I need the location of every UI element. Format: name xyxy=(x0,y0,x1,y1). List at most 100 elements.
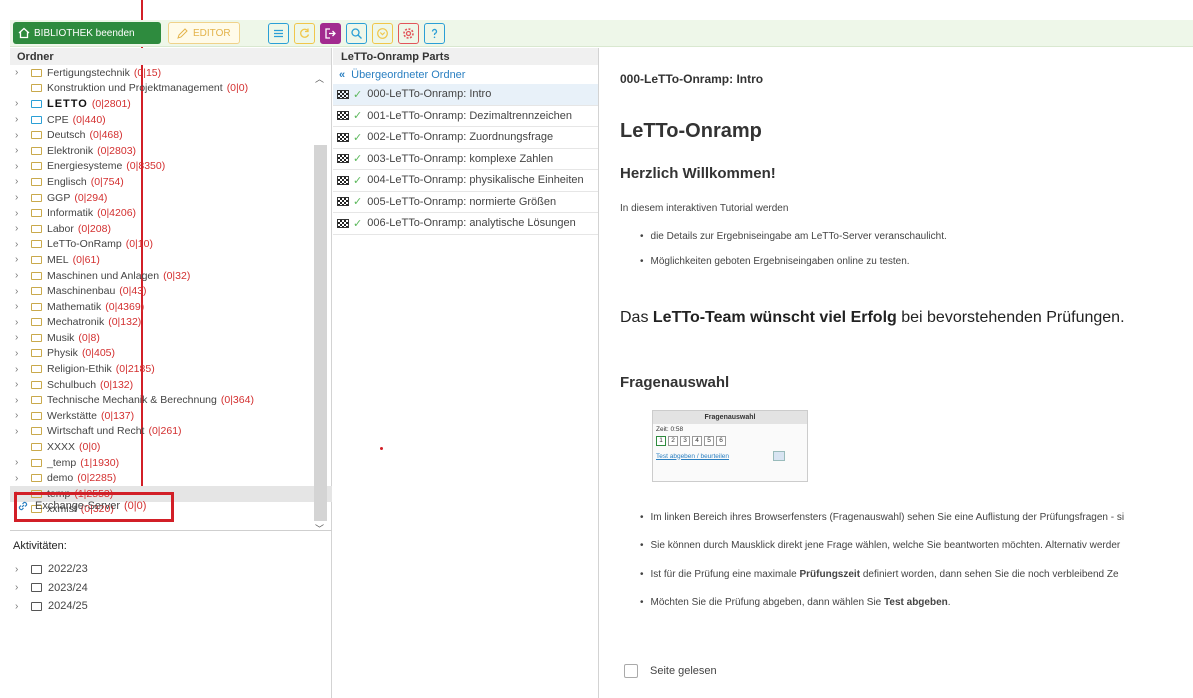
folder-item[interactable]: › Maschinenbau (0|43) xyxy=(10,283,332,299)
chevron-right-icon[interactable]: › xyxy=(15,223,25,234)
logout-button[interactable] xyxy=(320,22,341,44)
chevron-right-icon[interactable]: › xyxy=(15,254,25,265)
bullet-item: Möchten Sie die Prüfung abgeben, dann wä… xyxy=(640,597,951,608)
part-item[interactable]: ✓ 000-LeTTo-Onramp: Intro xyxy=(333,84,598,106)
folder-item[interactable]: › Werkstätte (0|137) xyxy=(10,408,332,424)
search-button[interactable] xyxy=(346,22,367,44)
folder-item[interactable]: › LETTO (0|2801) xyxy=(10,96,332,112)
toolbar: BIBLIOTHEK beenden EDITOR xyxy=(10,20,1193,47)
chevron-right-icon[interactable]: › xyxy=(15,98,25,109)
chevron-right-icon[interactable]: › xyxy=(15,473,25,484)
refresh-button[interactable] xyxy=(294,22,315,44)
chevron-right-icon[interactable]: › xyxy=(15,161,25,172)
activity-item[interactable]: › 2022/23 xyxy=(15,560,88,579)
chevron-right-icon[interactable]: › xyxy=(15,379,25,390)
folder-item[interactable]: › Englisch (0|754) xyxy=(10,174,332,190)
folder-label: Werkstätte xyxy=(47,409,97,422)
chevron-right-icon[interactable]: › xyxy=(15,192,25,203)
parent-folder-link[interactable]: « Übergeordneter Ordner xyxy=(333,65,598,84)
folder-item[interactable]: › MEL (0|61) xyxy=(10,252,332,268)
folder-icon xyxy=(31,131,42,140)
chevron-right-icon[interactable]: › xyxy=(15,317,25,328)
help-button[interactable] xyxy=(424,22,445,44)
folder-scrollbar[interactable]: ︿ ﹀ xyxy=(312,72,327,572)
chevron-right-icon[interactable]: › xyxy=(15,457,25,468)
chevron-right-icon[interactable]: › xyxy=(15,176,25,187)
folder-item[interactable]: › Maschinen und Anlagen (0|32) xyxy=(10,268,332,284)
chevron-right-icon[interactable]: › xyxy=(15,270,25,281)
folder-count: (0|2803) xyxy=(97,144,137,157)
exit-library-button[interactable]: BIBLIOTHEK beenden xyxy=(13,22,161,44)
folder-item[interactable]: XXXX (0|0) xyxy=(10,439,332,455)
chevron-right-icon[interactable]: › xyxy=(15,145,25,156)
folder-item[interactable]: › CPE (0|440) xyxy=(10,112,332,128)
folder-item[interactable]: › GGP (0|294) xyxy=(10,190,332,206)
part-item[interactable]: ✓ 004-LeTTo-Onramp: physikalische Einheit… xyxy=(333,170,598,192)
chevron-right-icon[interactable]: › xyxy=(15,208,25,219)
folder-item[interactable]: › Elektronik (0|2803) xyxy=(10,143,332,159)
page-read-checkbox[interactable] xyxy=(624,664,638,678)
chevron-right-icon[interactable]: › xyxy=(15,601,25,612)
folder-item[interactable]: › Informatik (0|4206) xyxy=(10,205,332,221)
chevron-right-icon[interactable]: › xyxy=(15,582,25,593)
folder-label: Physik xyxy=(47,347,78,360)
part-item[interactable]: ✓ 003-LeTTo-Onramp: komplexe Zahlen xyxy=(333,149,598,170)
folder-item[interactable]: › Fertigungstechnik (0|15) xyxy=(10,65,332,81)
chevron-right-icon[interactable]: › xyxy=(15,426,25,437)
chevron-right-icon[interactable]: › xyxy=(15,239,25,250)
chevron-right-icon[interactable]: › xyxy=(15,130,25,141)
folder-icon xyxy=(31,271,42,280)
folder-item[interactable]: › Labor (0|208) xyxy=(10,221,332,237)
part-item[interactable]: ✓ 002-LeTTo-Onramp: Zuordnungsfrage xyxy=(333,127,598,149)
chevron-right-icon[interactable]: › xyxy=(15,332,25,343)
chevron-right-icon[interactable]: › xyxy=(15,348,25,359)
folder-item[interactable]: › Wirtschaft und Recht (0|261) xyxy=(10,424,332,440)
scroll-thumb[interactable] xyxy=(314,145,327,521)
exchange-server-count: (0|0) xyxy=(124,500,147,512)
chevron-right-icon[interactable]: › xyxy=(15,364,25,375)
preview-number: 1 xyxy=(656,436,666,446)
folder-item[interactable]: › Deutsch (0|468) xyxy=(10,127,332,143)
folder-item[interactable]: › _temp (1|1930) xyxy=(10,455,332,471)
folder-item[interactable]: › Mathematik (0|4369) xyxy=(10,299,332,315)
activity-item[interactable]: › 2024/25 xyxy=(15,597,88,616)
folder-item[interactable]: › Musik (0|8) xyxy=(10,330,332,346)
chevron-right-icon[interactable]: › xyxy=(15,67,25,78)
settings-button[interactable] xyxy=(398,22,419,44)
folder-count: (0|61) xyxy=(72,253,100,266)
part-item[interactable]: ✓ 001-LeTTo-Onramp: Dezimaltrennzeichen xyxy=(333,106,598,127)
folder-item[interactable]: › demo (0|2285) xyxy=(10,470,332,486)
folder-count: (0|208) xyxy=(77,222,111,235)
activity-label: 2022/23 xyxy=(48,563,88,576)
folder-label: demo xyxy=(47,472,74,485)
chevron-right-icon[interactable]: › xyxy=(15,114,25,125)
folder-item[interactable]: › Energiesysteme (0|8350) xyxy=(10,159,332,175)
exchange-server-item[interactable]: Exchange-Server (0|0) xyxy=(17,500,146,512)
folder-item[interactable]: › Physik (0|405) xyxy=(10,346,332,362)
chevron-right-icon[interactable]: › xyxy=(15,410,25,421)
folder-item[interactable]: › LeTTo-OnRamp (0|10) xyxy=(10,237,332,253)
list-button[interactable] xyxy=(268,22,289,44)
folder-label: _temp xyxy=(47,456,77,469)
chevron-right-icon[interactable]: › xyxy=(15,286,25,297)
folder-item[interactable]: › Technische Mechanik & Berechnung (0|364) xyxy=(10,392,332,408)
activities-list: › 2022/23 › 2023/24 › 2024/25 xyxy=(15,560,88,616)
bullet-bold: Test abgeben xyxy=(884,597,948,608)
part-item[interactable]: ✓ 006-LeTTo-Onramp: analytische Lösungen xyxy=(333,213,598,235)
folder-item[interactable]: Konstruktion und Projektmanagement (0|0) xyxy=(10,81,332,97)
part-item[interactable]: ✓ 005-LeTTo-Onramp: normierte Größen xyxy=(333,192,598,213)
page-read-row[interactable]: Seite gelesen xyxy=(624,664,717,678)
preview-numbers: 123456 xyxy=(653,435,807,447)
editor-button[interactable]: EDITOR xyxy=(168,22,240,44)
folder-item[interactable]: › Schulbuch (0|132) xyxy=(10,377,332,393)
folder-item[interactable]: › Religion-Ethik (0|2185) xyxy=(10,361,332,377)
folder-item[interactable]: › Mechatronik (0|132) xyxy=(10,315,332,331)
dropdown-button[interactable] xyxy=(372,22,393,44)
scroll-up-icon[interactable]: ︿ xyxy=(315,72,324,85)
activity-item[interactable]: › 2023/24 xyxy=(15,579,88,598)
folder-label: Maschinenbau xyxy=(47,285,116,298)
chevron-right-icon[interactable]: › xyxy=(15,395,25,406)
scroll-down-icon[interactable]: ﹀ xyxy=(315,522,324,535)
chevron-right-icon[interactable]: › xyxy=(15,564,25,575)
chevron-right-icon[interactable]: › xyxy=(15,301,25,312)
